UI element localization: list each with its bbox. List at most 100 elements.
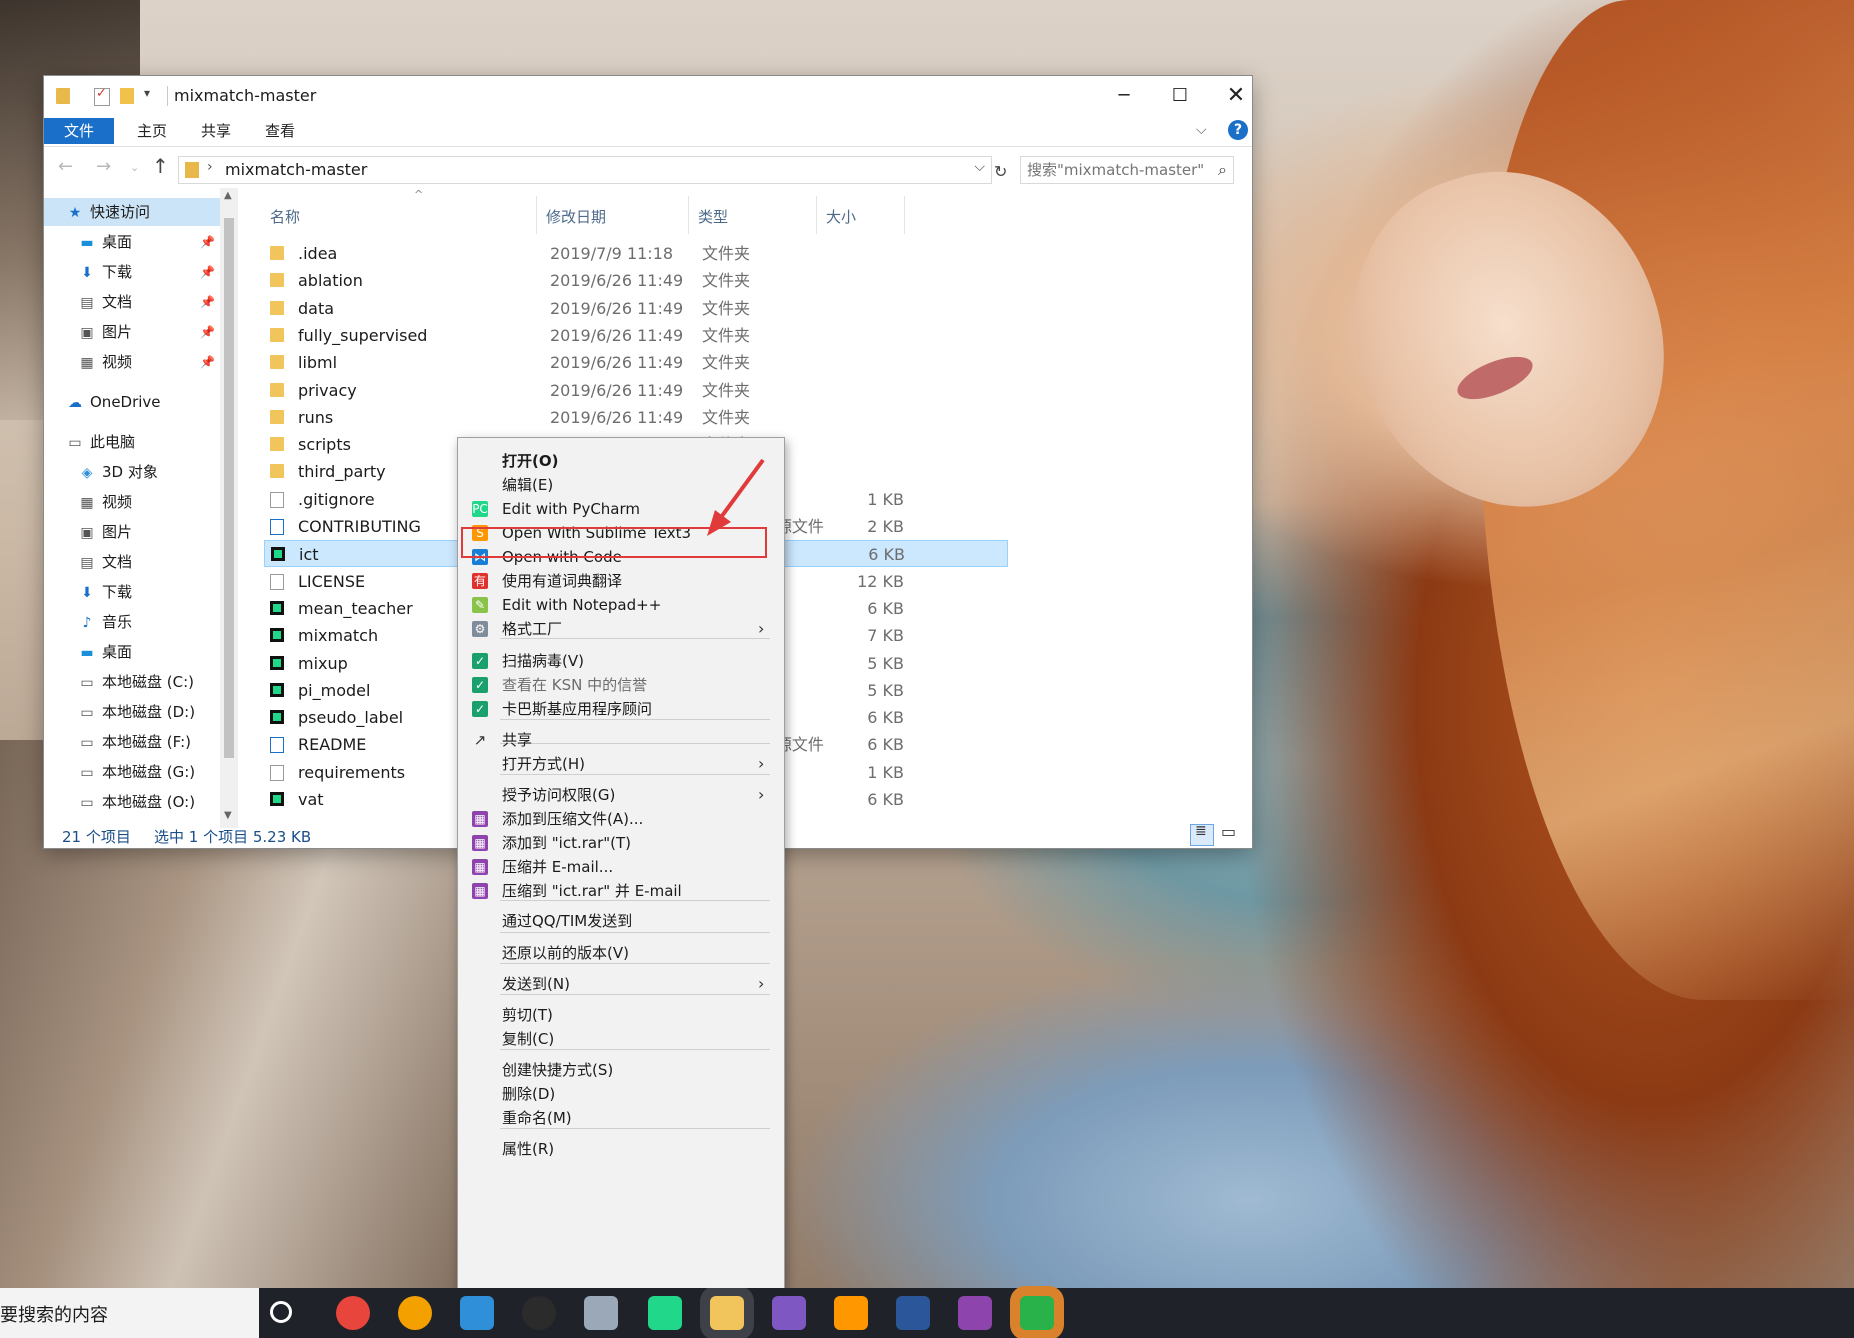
file-row[interactable]: .idea 2019/7/9 11:18 文件夹 xyxy=(264,240,1008,267)
menu-item[interactable]: 删除(D) xyxy=(460,1081,780,1107)
breadcrumb-separator[interactable]: › xyxy=(207,159,213,175)
menu-item[interactable]: ✓ 卡巴斯基应用程序顾问 xyxy=(460,696,780,722)
quick-access-toolbar-dropdown[interactable]: ▾ xyxy=(144,86,150,100)
scroll-up-button[interactable]: ▲ xyxy=(224,190,232,201)
menu-item[interactable]: ✎ Edit with Notepad++ xyxy=(460,592,780,618)
menu-item[interactable]: 授予访问权限(G) › xyxy=(460,782,780,808)
pdf-icon[interactable] xyxy=(958,1296,992,1330)
sidebar-item[interactable]: ♪ 音乐 xyxy=(44,608,132,636)
column-divider[interactable] xyxy=(904,196,905,234)
column-header-name[interactable]: 名称 xyxy=(270,206,300,227)
close-button[interactable]: ✕ xyxy=(1208,76,1264,116)
sidebar-item[interactable]: ▭ 本地磁盘 (D:) xyxy=(44,698,195,726)
address-dropdown-icon[interactable]: ⌵ xyxy=(974,159,985,175)
column-divider[interactable] xyxy=(688,196,689,234)
sidebar-item[interactable]: ▦ 视频 📌 xyxy=(44,348,215,376)
menu-item[interactable]: ▦ 添加到压缩文件(A)... xyxy=(460,806,780,832)
column-header-date[interactable]: 修改日期 xyxy=(546,206,606,227)
refresh-button[interactable]: ↻ xyxy=(994,162,1007,181)
menu-item[interactable]: 还原以前的版本(V) xyxy=(460,940,780,966)
navigation-scrollbar[interactable]: ▲ ▼ xyxy=(220,188,238,828)
obs-icon[interactable] xyxy=(522,1296,556,1330)
sidebar-item[interactable]: ▬ 桌面 📌 xyxy=(44,228,215,256)
file-row[interactable]: fully_supervised 2019/6/26 11:49 文件夹 xyxy=(264,322,1008,349)
minimize-button[interactable]: ─ xyxy=(1096,76,1152,116)
column-header-size[interactable]: 大小 xyxy=(826,206,856,227)
pycharm-icon[interactable] xyxy=(648,1296,682,1330)
help-icon[interactable]: ? xyxy=(1228,120,1248,140)
scrollbar-thumb[interactable] xyxy=(224,218,234,758)
file-row[interactable]: data 2019/6/26 11:49 文件夹 xyxy=(264,295,1008,322)
sidebar-item[interactable]: ⬇ 下载 xyxy=(44,578,132,606)
vpn-shield-icon[interactable] xyxy=(398,1296,432,1330)
search-input[interactable] xyxy=(1021,157,1207,183)
sidebar-item[interactable]: ▬ 桌面 xyxy=(44,638,132,666)
breadcrumb[interactable]: mixmatch-master xyxy=(225,160,367,179)
store-icon[interactable] xyxy=(460,1296,494,1330)
file-row[interactable]: privacy 2019/6/26 11:49 文件夹 xyxy=(264,377,1008,404)
up-button[interactable]: ↑ xyxy=(152,154,169,178)
sublime-icon[interactable] xyxy=(834,1296,868,1330)
menu-item[interactable]: ▦ 压缩到 "ict.rar" 并 E-mail xyxy=(460,878,780,904)
search-icon[interactable]: ⌕ xyxy=(1218,160,1227,180)
monitor-icon[interactable] xyxy=(584,1296,618,1330)
menu-item[interactable]: 创建快捷方式(S) xyxy=(460,1057,780,1083)
sidebar-item[interactable]: ▭ 本地磁盘 (O:) xyxy=(44,788,195,816)
column-divider[interactable] xyxy=(536,196,537,234)
taskbar-search-box[interactable]: 要搜索的内容 xyxy=(0,1288,259,1338)
wechat-icon[interactable] xyxy=(1020,1296,1054,1330)
menu-item[interactable]: ↗ 共享 xyxy=(460,727,780,753)
new-folder-icon[interactable] xyxy=(120,88,134,104)
menu-item[interactable]: 属性(R) xyxy=(460,1136,780,1162)
sidebar-item[interactable]: ★ 快速访问 xyxy=(44,198,220,226)
sidebar-item[interactable]: ☁ OneDrive xyxy=(44,388,161,416)
sidebar-item[interactable]: ▭ 本地磁盘 (F:) xyxy=(44,728,191,756)
menu-item[interactable]: ⚙ 格式工厂 › xyxy=(460,616,780,642)
maximize-button[interactable]: ☐ xyxy=(1152,76,1208,116)
address-bar[interactable]: › mixmatch-master ⌵ xyxy=(178,156,992,184)
taskbar-search-text[interactable]: 要搜索的内容 xyxy=(0,1301,108,1327)
sidebar-item[interactable]: ⬇ 下载 📌 xyxy=(44,258,215,286)
file-row[interactable]: libml 2019/6/26 11:49 文件夹 xyxy=(264,349,1008,376)
menu-item[interactable]: ▦ 添加到 "ict.rar"(T) xyxy=(460,830,780,856)
file-row[interactable]: runs 2019/6/26 11:49 文件夹 xyxy=(264,404,1008,431)
recent-locations-button[interactable]: ⌄ xyxy=(130,161,139,174)
sidebar-item[interactable]: ▣ 图片 xyxy=(44,518,132,546)
search-box[interactable]: ⌕ xyxy=(1020,156,1234,184)
word-icon[interactable] xyxy=(896,1296,930,1330)
ribbon-expand-icon[interactable]: ⌵ xyxy=(1196,122,1207,138)
sidebar-item[interactable]: ▤ 文档 📌 xyxy=(44,288,215,316)
menu-item[interactable]: 复制(C) xyxy=(460,1026,780,1052)
tab-file[interactable]: 文件 xyxy=(44,118,114,144)
back-button[interactable]: ← xyxy=(58,156,73,177)
forward-button[interactable]: → xyxy=(96,156,111,177)
menu-item[interactable]: 剪切(T) xyxy=(460,1002,780,1028)
sidebar-item[interactable]: ◈ 3D 对象 xyxy=(44,458,158,486)
sidebar-item[interactable]: ▣ 图片 📌 xyxy=(44,318,215,346)
file-row[interactable]: ablation 2019/6/26 11:49 文件夹 xyxy=(264,267,1008,294)
menu-item[interactable]: ✓ 扫描病毒(V) xyxy=(460,648,780,674)
properties-icon[interactable] xyxy=(94,86,110,106)
file-explorer-icon[interactable] xyxy=(710,1296,744,1330)
details-view-button[interactable] xyxy=(1190,823,1214,846)
sidebar-item[interactable]: ▤ 文档 xyxy=(44,548,132,576)
sidebar-item[interactable]: ▭ 此电脑 xyxy=(44,428,135,456)
tab-home[interactable]: 主页 xyxy=(124,118,180,144)
menu-item[interactable]: 有使用有道词典翻译 xyxy=(460,568,780,594)
chrome-icon[interactable] xyxy=(336,1296,370,1330)
scroll-down-button[interactable]: ▼ xyxy=(224,810,232,821)
visual-studio-icon[interactable] xyxy=(772,1296,806,1330)
sidebar-item[interactable]: ▦ 视频 xyxy=(44,488,132,516)
menu-item[interactable]: 打开方式(H) › xyxy=(460,751,780,777)
menu-item[interactable]: 通过QQ/TIM发送到 xyxy=(460,908,780,934)
tab-share[interactable]: 共享 xyxy=(188,118,244,144)
title-bar[interactable]: ▾ mixmatch-master ─ ☐ ✕ xyxy=(44,76,1252,116)
large-icons-view-button[interactable] xyxy=(1218,822,1240,844)
sidebar-item[interactable]: ▭ 本地磁盘 (C:) xyxy=(44,668,194,696)
menu-item[interactable]: ▦ 压缩并 E-mail... xyxy=(460,854,780,880)
sidebar-item[interactable]: ▭ 本地磁盘 (G:) xyxy=(44,758,195,786)
column-divider[interactable] xyxy=(816,196,817,234)
column-header-type[interactable]: 类型 xyxy=(698,206,728,227)
cortana-icon[interactable] xyxy=(270,1301,292,1323)
menu-item[interactable]: 发送到(N) › xyxy=(460,971,780,997)
